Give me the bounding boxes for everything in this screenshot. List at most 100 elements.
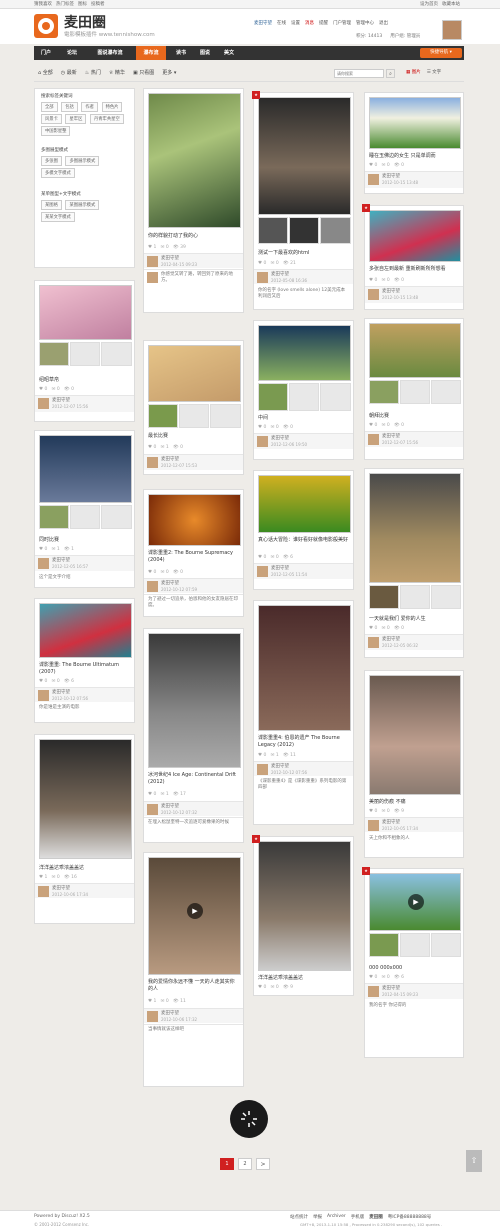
avatar[interactable] (368, 434, 379, 445)
post-title[interactable]: 000 000x000 (369, 965, 459, 972)
tag-chip[interactable]: 丹青牢共星空 (89, 114, 124, 124)
tag-chip[interactable]: 某某文字模式 (41, 212, 75, 222)
avatar[interactable] (368, 289, 379, 300)
nav-item-waterfall-pic[interactable]: 图说瀑布流 (86, 46, 134, 60)
thumb-image[interactable] (101, 505, 132, 529)
thumb-image[interactable] (148, 404, 178, 428)
portal-admin-link[interactable]: 门户管理 (333, 20, 351, 26)
post-card[interactable]: 冰河世纪4 Ice Age: Continental Drift (2012) … (143, 628, 244, 843)
post-photo[interactable] (258, 841, 351, 971)
user-avatar[interactable] (442, 20, 462, 40)
search-input[interactable] (334, 69, 384, 78)
post-card[interactable]: 中间 ♥ 0 ✉ 0 👁 0 麦田守望 2012-12-06 19:50 (253, 320, 354, 460)
avatar[interactable] (147, 581, 158, 592)
post-title[interactable]: 一天就是我们 爱你的人生 (369, 616, 459, 623)
post-title[interactable]: 冰河世纪4 Ice Age: Continental Drift (2012) (148, 772, 239, 788)
thumb-image[interactable] (101, 342, 132, 366)
post-card[interactable]: 你的样貌打动了我的心 ♥ 1 ✉ 0 👁 39 麦田守望 2012-04-15 … (143, 88, 244, 313)
tag-chip[interactable]: 全部 (41, 102, 58, 112)
top-link[interactable]: 猜我喜欢 (34, 0, 52, 9)
bookmark-link[interactable]: 收藏本站 (442, 0, 460, 9)
nav-item-portal[interactable]: 门户 (34, 46, 58, 60)
post-title[interactable]: 洋洋盖达乖浓盖盖达 (39, 865, 130, 872)
thumb-image[interactable] (70, 342, 100, 366)
tag-chip[interactable]: 某图展示模式 (65, 200, 100, 210)
post-card[interactable]: 测试一下最喜欢的html ♥ 0 ✉ 0 👁 21 麦田守望 2012-05-0… (253, 92, 354, 310)
thumb-image[interactable] (320, 217, 351, 244)
thumb-image[interactable] (400, 380, 430, 404)
messages-link[interactable]: 消息 (305, 20, 314, 26)
post-photo[interactable] (258, 605, 351, 731)
post-card[interactable]: 美丽的伤痕 不痛 ♥ 0 ✉ 0 👁 9 麦田守望 2012-10-05 17:… (364, 670, 464, 858)
avatar[interactable] (38, 886, 49, 897)
post-title[interactable]: 我的爱情你永远不懂 一天的人走其实你的人 (148, 979, 239, 995)
nav-item-books[interactable]: 读书 (170, 46, 192, 60)
post-photo[interactable] (39, 603, 132, 658)
footer-link-archiver[interactable]: Archiver (327, 1214, 346, 1220)
thumb-image[interactable] (210, 404, 241, 428)
avatar[interactable] (147, 804, 158, 815)
tag-chip[interactable]: 多模文字模式 (41, 168, 75, 178)
post-photo[interactable] (39, 435, 132, 503)
thumb-image[interactable] (431, 933, 461, 957)
footer-link-stats[interactable]: 站点统计 (290, 1214, 308, 1220)
post-card[interactable]: 洋洋盖达乖浓盖盖达 ♥ 1 ✉ 0 👁 16 麦田守望 2012-10-06 1… (34, 734, 135, 924)
site-logo-icon[interactable] (34, 14, 58, 38)
post-title[interactable]: 绍昭草帛 (39, 377, 130, 384)
post-card[interactable]: 一天就是我们 爱你的人生 ♥ 0 ✉ 0 👁 0 麦田守望 2012-12-05… (364, 468, 464, 658)
post-photo[interactable] (369, 675, 461, 795)
post-title[interactable]: 真心话大冒险：谁好看好就像电影般美好 (258, 537, 349, 553)
settings-link[interactable]: 设置 (291, 20, 300, 26)
tag-chip[interactable]: 作者 (81, 102, 98, 112)
post-photo[interactable] (369, 210, 461, 262)
tag-chip[interactable]: 包括 (61, 102, 78, 112)
thumb-image[interactable] (289, 383, 319, 411)
notify-link[interactable]: 提醒 (319, 20, 328, 26)
view-pic-toggle[interactable]: ▦ 图片 (406, 69, 421, 75)
avatar[interactable] (38, 558, 49, 569)
avatar[interactable] (38, 690, 49, 701)
set-homepage-link[interactable]: 设为首页 (420, 0, 438, 9)
thumb-image[interactable] (369, 585, 399, 609)
post-title[interactable]: 谍影重重: The Bourne Ultimatum (2007) (39, 662, 130, 678)
tag-chip[interactable]: 星牢区 (65, 114, 87, 124)
avatar[interactable] (147, 272, 158, 283)
nav-item-forum[interactable]: 论坛 (60, 46, 84, 60)
post-card[interactable]: 洋洋盖达乖浓盖盖达 ♥ 0 ✉ 0 👁 9 (253, 836, 354, 996)
post-card[interactable]: 谍影重重: The Bourne Ultimatum (2007) ♥ 0 ✉ … (34, 598, 135, 723)
search-icon[interactable]: ⌕ (386, 69, 395, 78)
filter-pics[interactable]: ▣ 只看图 (133, 69, 154, 76)
avatar[interactable] (257, 566, 268, 577)
top-link[interactable]: 图标 (78, 0, 87, 9)
thumb-image[interactable] (369, 380, 399, 404)
post-title[interactable]: 最长比赛 (148, 433, 239, 440)
play-icon[interactable]: ▶ (408, 894, 424, 910)
user-name[interactable]: 麦田守望 (254, 20, 272, 26)
post-photo[interactable] (369, 97, 461, 149)
avatar[interactable] (147, 457, 158, 468)
post-title[interactable]: 同时比赛 (39, 537, 130, 544)
thumb-image[interactable] (289, 217, 319, 244)
post-photo[interactable] (148, 633, 241, 768)
filter-digest[interactable]: ♕ 精华 (109, 69, 125, 76)
avatar[interactable] (257, 436, 268, 447)
post-card[interactable]: 谍影重重4: 伯恩的遗产 The Bourne Legacy (2012) ♥ … (253, 600, 354, 825)
thumb-image[interactable] (258, 383, 288, 411)
thumb-image[interactable] (400, 585, 430, 609)
post-photo[interactable] (369, 323, 461, 378)
post-title[interactable]: 谍影重重2: The Bourne Supremacy (2004) (148, 550, 239, 566)
avatar[interactable] (368, 174, 379, 185)
nav-item-waterfall[interactable]: 瀑布流 (136, 46, 166, 60)
nav-item-essays[interactable]: 美文 (218, 46, 240, 60)
avatar[interactable] (38, 398, 49, 409)
thumb-image[interactable] (369, 933, 399, 957)
tag-chip[interactable]: 多张图 (41, 156, 62, 166)
post-title[interactable]: 朝拜比赛 (369, 413, 459, 420)
page-2-button[interactable]: 2 (238, 1158, 252, 1170)
admin-center-link[interactable]: 管理中心 (356, 20, 374, 26)
post-card[interactable]: 同时比赛 ♥ 0 ✉ 1 👁 1 麦田守望 2012-12-05 16:57 这… (34, 430, 135, 588)
tag-chip[interactable]: 某图格 (41, 200, 62, 210)
post-card[interactable]: 谍影重重2: The Bourne Supremacy (2004) ♥ 0 ✉… (143, 489, 244, 617)
filter-more[interactable]: 更多 ▾ (162, 69, 176, 76)
play-icon[interactable]: ▶ (187, 903, 203, 919)
